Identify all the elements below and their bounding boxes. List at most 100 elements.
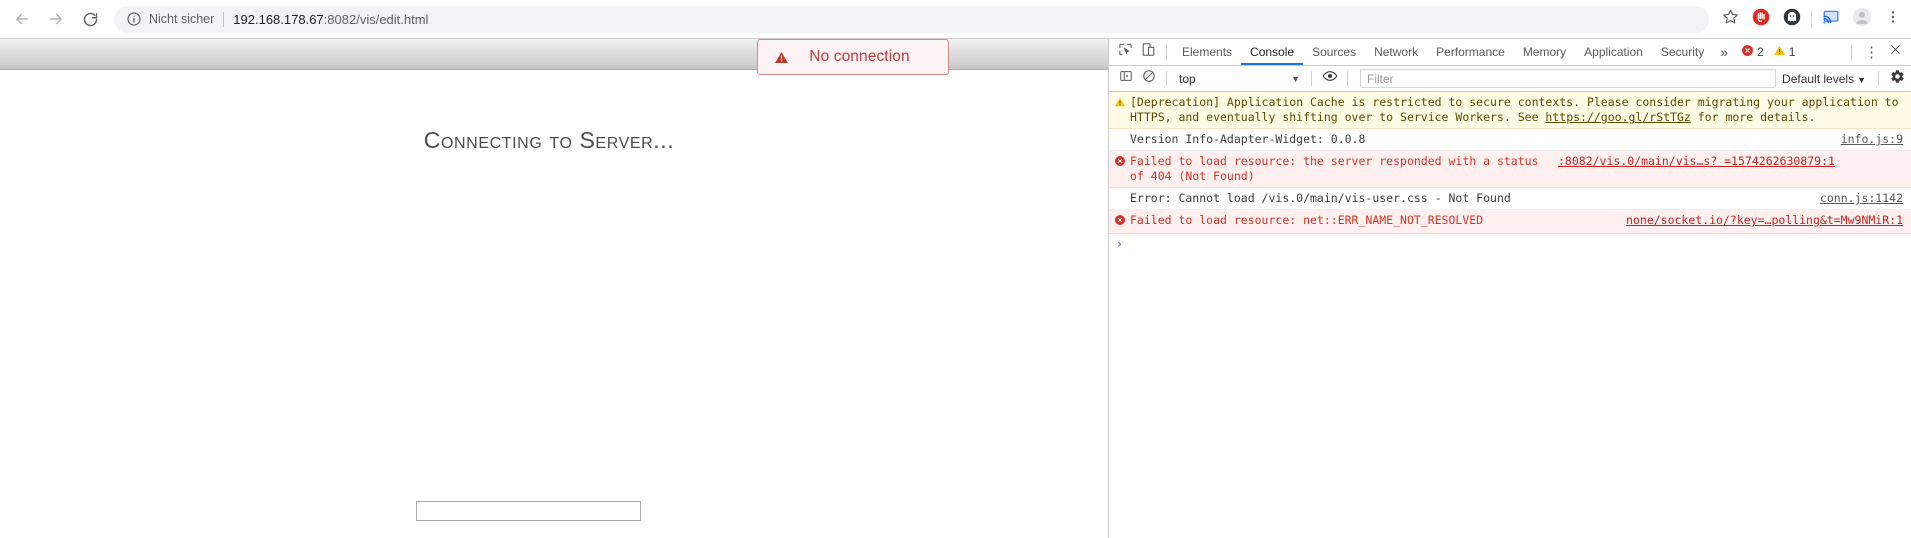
console-message-text: Version Info-Adapter-Widget: 0.0.8 (1130, 132, 1366, 146)
profile-avatar-icon (1852, 7, 1872, 32)
toolbar-divider (1811, 10, 1812, 28)
warning-counter[interactable]: 1 (1770, 44, 1795, 60)
console-message-text: Failed to load resource: net::ERR_NAME_N… (1130, 213, 1484, 227)
console-message-source-link[interactable]: info.js:9 (1841, 132, 1911, 147)
reload-icon (82, 11, 99, 28)
devtools-panel: Elements Console Sources Network Perform… (1108, 39, 1911, 538)
console-toolbar: top ▼ Filter Default levels ▼ (1109, 66, 1911, 92)
browser-toolbar: Nicht sicher 192.168.178.67:8082/vis/edi… (0, 0, 1911, 39)
live-expression-button[interactable] (1318, 67, 1341, 90)
console-message-log[interactable]: Version Info-Adapter-Widget: 0.0.8 info.… (1109, 129, 1911, 151)
omnibox-divider (223, 11, 225, 27)
console-context-select[interactable]: top ▼ (1173, 69, 1305, 88)
tab-console[interactable]: Console (1241, 39, 1304, 65)
devtools-close-button[interactable] (1885, 43, 1911, 61)
profile-avatar-button[interactable] (1849, 6, 1875, 32)
console-sidebar-button[interactable] (1114, 67, 1137, 90)
bookmark-star-button[interactable] (1717, 6, 1743, 32)
gear-icon (1890, 69, 1905, 89)
error-count-label: 2 (1757, 45, 1764, 59)
connecting-status-text: Connecting to Server... (423, 127, 675, 153)
console-message-error[interactable]: Failed to load resource: net::ERR_NAME_N… (1109, 210, 1911, 234)
page-viewport: No connection Connecting to Server... (0, 39, 1108, 538)
message-level-gutter (1109, 95, 1130, 112)
error-counter[interactable]: 2 (1738, 44, 1764, 60)
console-toolbar-divider-2 (1311, 71, 1312, 86)
warning-triangle-icon (1773, 44, 1786, 60)
arrow-right-icon (47, 10, 65, 28)
console-levels-select[interactable]: Default levels ▼ (1782, 72, 1872, 86)
console-message-source-link[interactable]: conn.js:1142 (1820, 191, 1911, 206)
clear-console-button[interactable] (1137, 67, 1160, 90)
back-button[interactable] (8, 5, 36, 33)
error-circle-icon (1741, 44, 1754, 60)
devtools-more-button[interactable]: ⋮ (1858, 45, 1885, 60)
error-circle-icon (1114, 214, 1126, 230)
devtools-tabbar: Elements Console Sources Network Perform… (1109, 39, 1911, 66)
message-level-gutter (1109, 132, 1130, 133)
live-expression-icon (1322, 68, 1338, 89)
console-toolbar-divider-4 (1878, 71, 1879, 86)
tab-elements[interactable]: Elements (1173, 39, 1241, 65)
console-toolbar-divider-3 (1347, 71, 1348, 86)
chrome-menu-button[interactable] (1880, 6, 1906, 32)
console-filter-input[interactable]: Filter (1360, 69, 1777, 88)
message-level-gutter (1109, 154, 1130, 171)
adblock-extension-button[interactable] (1748, 6, 1774, 32)
console-message-log[interactable]: Error: Cannot load /vis.0/main/vis-user.… (1109, 188, 1911, 210)
tab-performance[interactable]: Performance (1427, 39, 1514, 65)
console-message-text: Error: Cannot load /vis.0/main/vis-user.… (1130, 191, 1511, 205)
console-message-source-link[interactable]: :8082/vis.0/main/vis…s? =1574262630879:1 (1558, 154, 1843, 169)
console-message-list: [Deprecation] Application Cache is restr… (1109, 92, 1911, 257)
console-sidebar-icon (1119, 69, 1133, 88)
tabs-overflow-button[interactable]: » (1713, 45, 1735, 59)
console-message-warning[interactable]: [Deprecation] Application Cache is restr… (1109, 92, 1911, 129)
error-circle-icon (1114, 155, 1126, 171)
console-prompt[interactable]: › (1109, 234, 1911, 257)
close-icon (1889, 43, 1902, 61)
chrome-menu-icon (1885, 9, 1901, 30)
arrow-left-icon (13, 10, 31, 28)
console-message-error[interactable]: Failed to load resource: the server resp… (1109, 151, 1911, 188)
ghostery-extension-button[interactable] (1779, 6, 1805, 32)
url-text: 192.168.178.67:8082/vis/edit.html (233, 12, 428, 27)
page-text-input[interactable] (416, 501, 641, 521)
no-connection-label: No connection (809, 48, 910, 65)
tab-security[interactable]: Security (1652, 39, 1713, 65)
cast-icon (1822, 8, 1840, 31)
ghostery-extension-icon (1783, 8, 1801, 31)
url-path: :8082/vis/edit.html (323, 11, 429, 27)
warning-triangle-icon (1114, 96, 1126, 112)
devtools-settings-button[interactable] (1885, 69, 1909, 89)
device-toolbar-icon (1141, 42, 1156, 62)
issue-counters[interactable]: 2 1 (1738, 44, 1801, 60)
cast-button[interactable] (1818, 6, 1844, 32)
devtools-divider (1166, 44, 1167, 60)
deprecation-doc-link[interactable]: https://goo.gl/rStTGz (1545, 110, 1690, 124)
device-toolbar-button[interactable] (1137, 41, 1160, 64)
forward-button[interactable] (42, 5, 70, 33)
console-message-source-link[interactable]: none/socket.io/?key=…polling&t=Mw9NMiR:1 (1626, 213, 1911, 228)
reload-button[interactable] (76, 5, 104, 33)
clear-console-icon (1142, 69, 1156, 88)
inspect-element-icon (1118, 42, 1133, 62)
tab-network[interactable]: Network (1365, 39, 1427, 65)
console-context-value: top (1179, 71, 1196, 86)
devtools-divider-right (1851, 44, 1852, 60)
tab-memory[interactable]: Memory (1514, 39, 1575, 65)
browser-window: Nicht sicher 192.168.178.67:8082/vis/edi… (0, 0, 1911, 538)
chevron-down-icon: ▼ (1291, 73, 1300, 84)
message-text-after: for more details. (1690, 110, 1816, 124)
console-message-text: [Deprecation] Application Cache is restr… (1130, 95, 1911, 125)
chevron-down-icon-levels: ▼ (1857, 74, 1866, 85)
tab-sources[interactable]: Sources (1303, 39, 1365, 65)
message-level-gutter (1109, 213, 1130, 230)
address-bar[interactable]: Nicht sicher 192.168.178.67:8082/vis/edi… (114, 5, 1709, 33)
console-message-text: Failed to load resource: the server resp… (1130, 154, 1539, 183)
info-circle-icon[interactable] (126, 11, 142, 27)
console-prompt-caret-icon: › (1115, 237, 1124, 251)
no-connection-dialog: No connection (757, 39, 949, 75)
tab-application[interactable]: Application (1575, 39, 1652, 65)
inspect-element-button[interactable] (1114, 41, 1137, 64)
console-toolbar-divider-1 (1166, 71, 1167, 86)
